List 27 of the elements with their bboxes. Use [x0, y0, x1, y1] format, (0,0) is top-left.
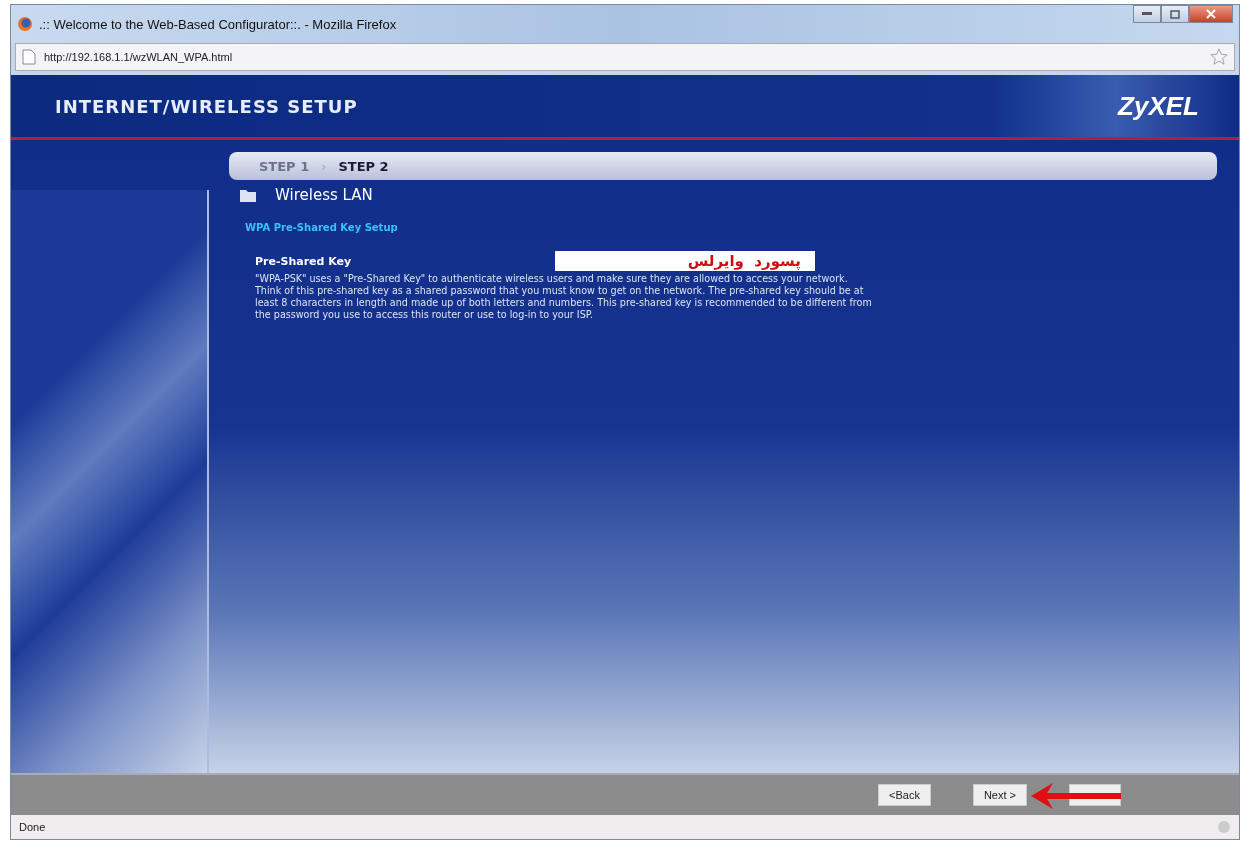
minimize-icon — [1142, 12, 1152, 16]
step-separator: › — [321, 158, 327, 174]
minimize-button[interactable] — [1133, 5, 1161, 23]
field-label: Pre-Shared Key — [255, 254, 353, 268]
status-icon — [1217, 820, 1231, 834]
description-line: Think of this pre-shared key as a shared password that you must know to get on the network. The pre-shared key should be at — [255, 285, 865, 297]
close-button[interactable] — [1189, 5, 1233, 23]
description-line: least 8 characters in length and made up of both letters and numbers. This pre-shared key is recommended to be different from — [255, 297, 873, 309]
page-heading: INTERNET/WIRELESS SETUP — [55, 95, 358, 117]
status-text: Done — [19, 821, 46, 833]
step-label: STEP 2 — [338, 158, 389, 174]
brand-logo: ZyXEL — [1118, 90, 1199, 122]
star-icon[interactable] — [1210, 48, 1228, 66]
folder-icon — [239, 187, 257, 203]
window-title: .:: Welcome to the Web-Based Configurator::. - Mozilla Firefox — [39, 16, 398, 32]
description-line: "WPA-PSK" uses a "Pre-Shared Key" to authenticate wireless users and make sure they are allowed to access your network. — [255, 273, 849, 285]
maximize-icon — [1170, 9, 1180, 19]
nav-button[interactable]: Next > — [972, 784, 1027, 806]
nav-button[interactable]: <Back — [878, 784, 931, 806]
step-label: STEP 1 — [259, 158, 310, 174]
description-line: the password you use to access this router or use to log-in to your ISP. — [255, 309, 595, 321]
maximize-button[interactable] — [1161, 5, 1189, 23]
section-title: Wireless LAN — [275, 186, 373, 204]
close-icon — [1206, 9, 1216, 19]
page-icon — [22, 49, 36, 65]
section-subtitle: WPA Pre-Shared Key Setup — [245, 222, 399, 233]
pre-shared-key-field[interactable]: پسورد وایرلس — [555, 251, 815, 271]
